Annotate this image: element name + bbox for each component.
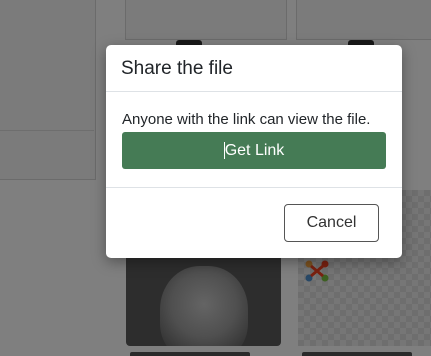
cancel-button[interactable]: Cancel: [284, 204, 379, 242]
share-file-modal: Share the file Anyone with the link can …: [106, 45, 402, 258]
modal-title: Share the file: [121, 57, 233, 79]
modal-header: Share the file: [106, 45, 402, 92]
modal-body: Anyone with the link can view the file. …: [106, 92, 402, 188]
get-link-button[interactable]: Get Link: [122, 132, 386, 169]
page: Share the file Anyone with the link can …: [0, 0, 431, 356]
modal-footer: Cancel: [106, 188, 402, 242]
share-info-text: Anyone with the link can view the file.: [122, 111, 371, 128]
get-link-label: Get Link: [224, 141, 285, 159]
